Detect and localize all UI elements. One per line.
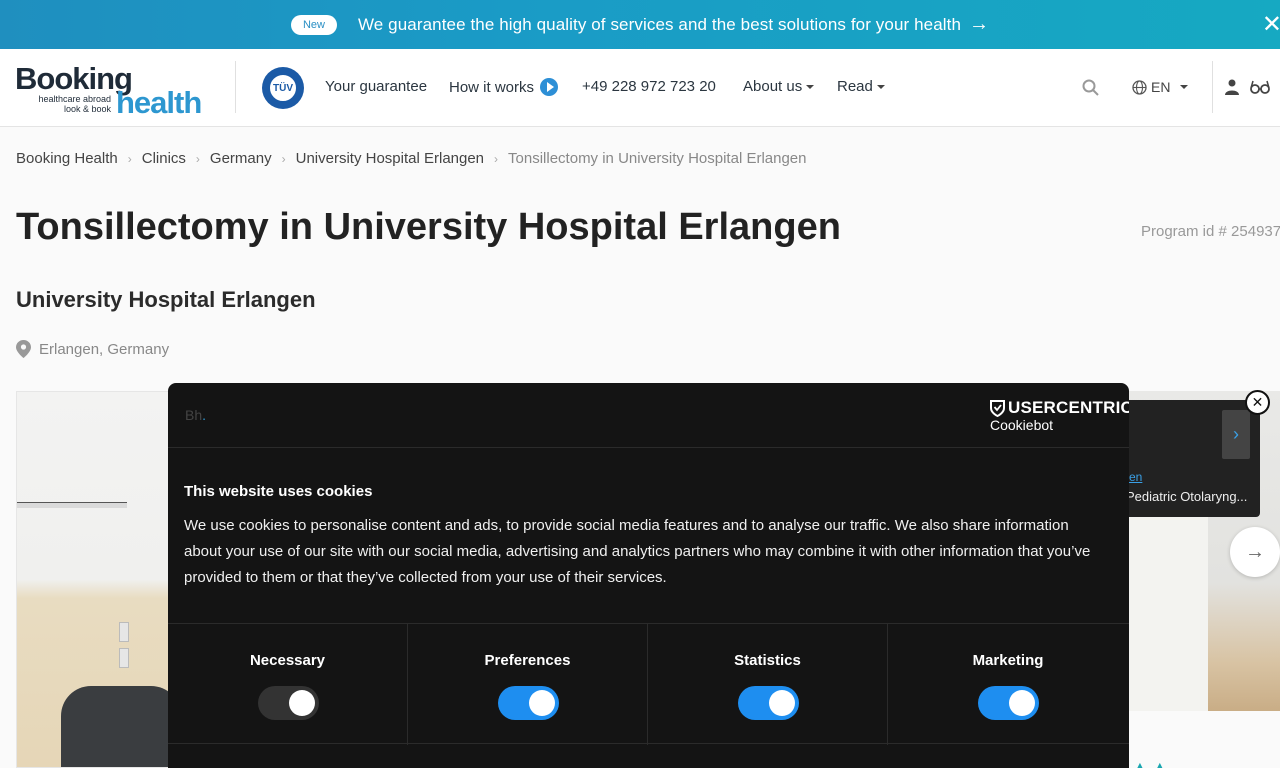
globe-icon: [1132, 79, 1147, 95]
nav-your-guarantee-label: Your guarantee: [325, 78, 428, 95]
header-divider: [235, 61, 236, 113]
toggle-marketing: Marketing: [888, 624, 1128, 745]
toggle-statistics: Statistics: [648, 624, 888, 745]
doctor-specialty: Pediatric Otolaryng...: [1126, 489, 1248, 504]
usercentrics-logo[interactable]: USERCENTRICS: [990, 398, 1129, 418]
necessary-switch: [258, 686, 319, 720]
doctor-card[interactable]: en Pediatric Otolaryng... ›: [1115, 400, 1260, 517]
doctor-name-link[interactable]: en: [1129, 470, 1142, 484]
map-pin-icon: [16, 340, 31, 358]
cookie-dialog-close-button[interactable]: ✕: [1245, 390, 1270, 415]
breadcrumb-item[interactable]: Germany: [210, 150, 272, 167]
nav-about-us[interactable]: About us: [743, 78, 815, 95]
breadcrumb-item[interactable]: Booking Health: [16, 150, 118, 167]
nav-your-guarantee[interactable]: Your guarantee: [325, 78, 427, 95]
cookie-heading: This website uses cookies: [184, 483, 373, 500]
preferences-switch[interactable]: [498, 686, 559, 720]
switch-knob: [529, 690, 555, 716]
nav-read-label: Read: [837, 78, 873, 95]
close-icon: ✕: [1251, 394, 1264, 410]
clinic-room-photo[interactable]: [16, 391, 176, 768]
location: Erlangen, Germany: [16, 340, 169, 358]
statistics-switch[interactable]: [738, 686, 799, 720]
cookiebot-label: Cookiebot: [990, 417, 1054, 433]
wall-outlet: [119, 622, 129, 642]
bh-logo-dot: .: [202, 407, 207, 423]
toggle-necessary: Necessary: [168, 624, 408, 745]
language-selector[interactable]: EN: [1132, 79, 1189, 95]
toggle-label: Statistics: [734, 652, 801, 669]
arrow-right-icon: →: [1245, 540, 1265, 563]
new-badge: New: [290, 14, 337, 35]
whiteboard: [17, 502, 127, 508]
usercentrics-brand: USERCENTRICS: [1008, 398, 1129, 417]
nav-phone[interactable]: +49 228 972 723 20: [582, 78, 716, 95]
carousel-next-button[interactable]: →: [1230, 527, 1280, 577]
cookie-consent-dialog: Bh. USERCENTRICS Cookiebot This website …: [168, 383, 1129, 768]
decorative-teal-marks: ▲▲: [1133, 758, 1173, 768]
location-text: Erlangen, Germany: [39, 340, 170, 358]
toggle-label: Necessary: [249, 652, 326, 669]
tuv-text: TÜV: [268, 73, 298, 103]
nav-how-it-works[interactable]: How it works: [449, 78, 559, 96]
play-icon: [540, 78, 559, 96]
shield-icon: [990, 399, 1005, 417]
header-divider: [1212, 61, 1213, 113]
switch-knob: [1009, 690, 1035, 716]
chevron-down-icon: [806, 84, 815, 89]
toggle-label: Preferences: [484, 652, 571, 669]
hospital-name[interactable]: University Hospital Erlangen: [16, 287, 316, 313]
breadcrumb-current: Tonsillectomy in University Hospital Erl…: [508, 150, 807, 167]
marketing-switch[interactable]: [978, 686, 1039, 720]
switch-knob: [289, 690, 315, 716]
chevron-right-icon: ›: [494, 151, 499, 166]
chevron-down-icon: [1180, 85, 1189, 89]
toggle-label: Marketing: [972, 652, 1044, 669]
breadcrumb: Booking Health › Clinics › Germany › Uni…: [16, 150, 807, 167]
doctor-card-next-button[interactable]: ›: [1222, 410, 1250, 459]
logo-tagline-line1: healthcare abroad: [38, 94, 111, 104]
toggle-preferences: Preferences: [408, 624, 648, 745]
chevron-right-icon: ›: [1233, 424, 1239, 444]
nav-phone-label: +49 228 972 723 20: [582, 78, 716, 95]
chevron-right-icon: ›: [281, 151, 286, 166]
wall-outlet: [119, 648, 129, 668]
cookie-description: We use cookies to personalise content an…: [184, 517, 1091, 586]
user-icon[interactable]: [1225, 79, 1239, 95]
chevron-right-icon: ›: [127, 151, 132, 166]
site-header: Booking healthcare abroad look & book he…: [0, 49, 1280, 127]
switch-knob: [769, 690, 795, 716]
bh-logo: Bh.: [185, 407, 206, 423]
chevron-right-icon: ›: [195, 151, 200, 166]
logo-booking-word: Booking: [15, 61, 133, 96]
tuv-certification-badge[interactable]: TÜV: [262, 67, 304, 109]
page-title: Tonsillectomy in University Hospital Erl…: [16, 206, 841, 248]
logo-health-word: health: [116, 85, 202, 120]
booking-health-logo[interactable]: Booking healthcare abroad look & book he…: [15, 61, 210, 120]
banner-text[interactable]: We guarantee the high quality of service…: [358, 15, 961, 35]
nav-read[interactable]: Read: [837, 78, 885, 95]
language-label: EN: [1151, 79, 1171, 95]
cookie-dialog-header: Bh. USERCENTRICS Cookiebot: [168, 383, 1129, 448]
nav-how-it-works-label: How it works: [449, 78, 535, 96]
search-icon[interactable]: [1082, 79, 1099, 96]
logo-tagline: healthcare abroad look & book: [31, 94, 111, 114]
breadcrumb-item[interactable]: University Hospital Erlangen: [296, 150, 484, 167]
cookie-category-toggles: Necessary Preferences Statistics Marketi…: [168, 623, 1129, 745]
armchair: [61, 686, 175, 767]
top-announcement-banner[interactable]: New We guarantee the high quality of ser…: [0, 0, 1280, 49]
arrow-right-icon: →: [969, 13, 990, 35]
nav-about-us-label: About us: [743, 78, 803, 95]
program-id: Program id # 254937: [1141, 223, 1280, 240]
logo-tagline-line2: look & book: [63, 104, 111, 114]
breadcrumb-item[interactable]: Clinics: [142, 150, 186, 167]
close-icon[interactable]: ✕: [1262, 10, 1280, 39]
accessibility-glasses-icon[interactable]: [1250, 80, 1270, 94]
bh-logo-letters: Bh: [185, 407, 203, 423]
chevron-down-icon: [876, 84, 885, 89]
